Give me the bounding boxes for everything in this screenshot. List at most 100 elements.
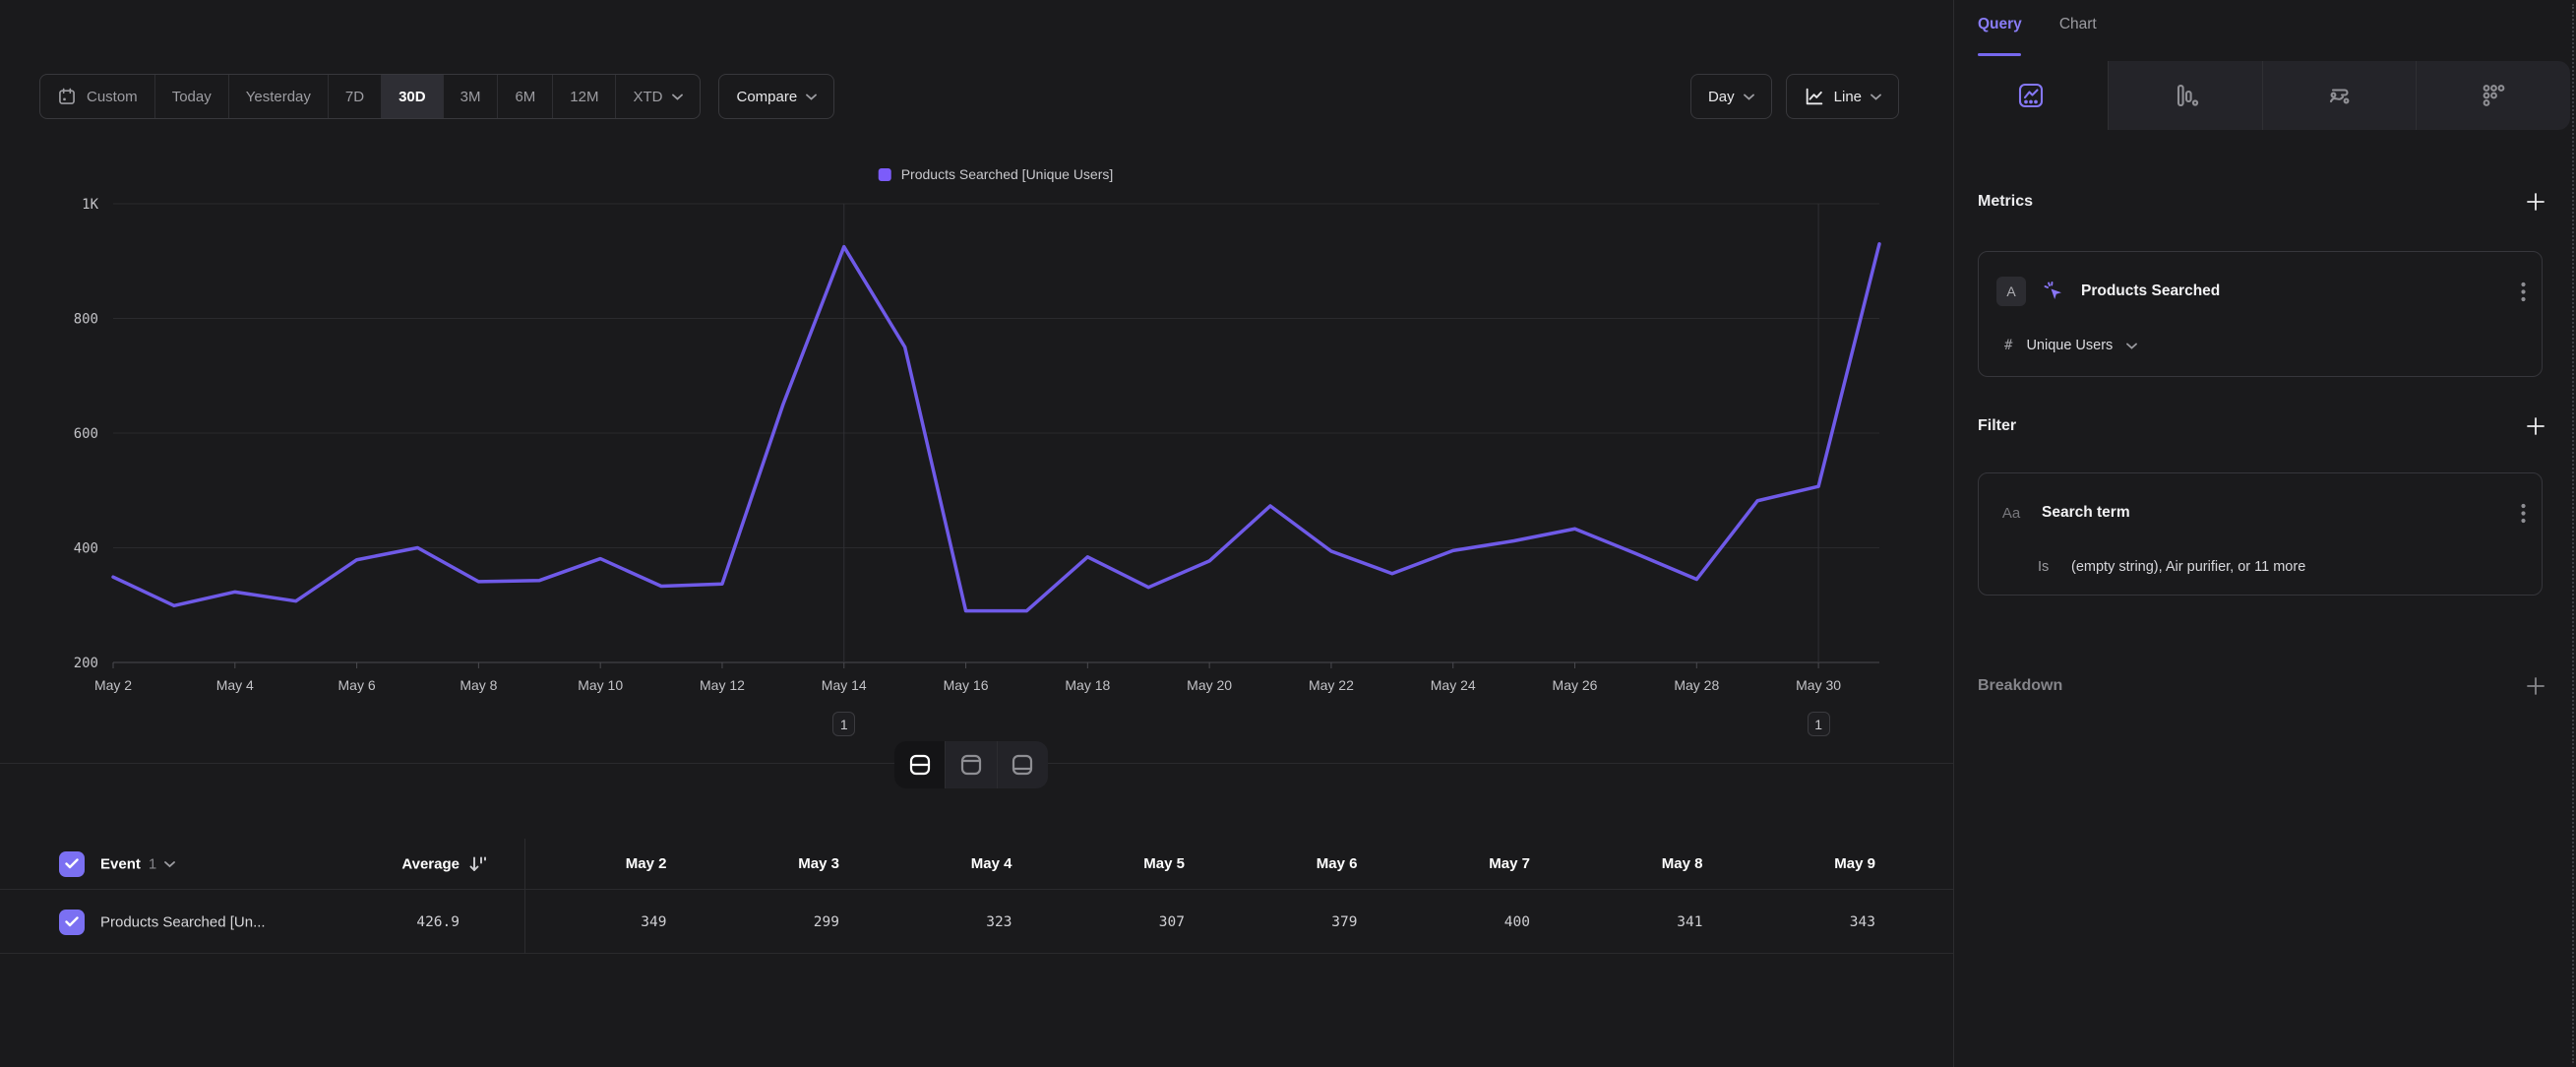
chart-only-view-button[interactable] (945, 741, 996, 788)
chevron-down-icon (1871, 94, 1881, 100)
range-7d-button[interactable]: 7D (329, 75, 382, 118)
table-only-view-button[interactable] (997, 741, 1048, 788)
average-column-header[interactable]: Average (295, 855, 460, 872)
measure-symbol: # (2004, 338, 2012, 353)
average-value: 426.9 (295, 914, 460, 930)
stream-flow-icon (2324, 81, 2354, 110)
event-count: 1 (149, 855, 156, 872)
svg-text:May 30: May 30 (1796, 677, 1841, 693)
annotation-badge[interactable]: 1 (832, 712, 855, 736)
filter-value: (empty string), Air purifier, or 11 more (2071, 559, 2305, 575)
chevron-down-icon (2126, 343, 2137, 349)
cell-value: 343 (1734, 891, 1907, 953)
toolbar-right-group: Day Line (1690, 74, 1899, 119)
filter-operator: Is (2038, 559, 2057, 575)
main-area: Custom Today Yesterday 7D 30D 3M 6M 12M … (0, 0, 1953, 1067)
cell-value: 400 (1388, 891, 1562, 953)
cell-value: 323 (870, 891, 1043, 953)
retention-chart-tab[interactable] (2416, 61, 2570, 130)
annotation-badge[interactable]: 1 (1808, 712, 1830, 736)
legend-label: Products Searched [Unique Users] (901, 166, 1114, 182)
filter-card[interactable]: Aa Search term Is (empty string), Air pu… (1978, 472, 2543, 596)
journeys-chart-tab[interactable] (2262, 61, 2417, 130)
svg-text:May 28: May 28 (1674, 677, 1719, 693)
table-header: Event 1 Average May 2 May 3 May 4 May 5 … (0, 839, 1953, 890)
range-yesterday-button[interactable]: Yesterday (229, 75, 329, 118)
row-checkbox[interactable] (59, 910, 85, 935)
svg-text:1K: 1K (82, 197, 98, 213)
column-header: May 2 (524, 839, 698, 889)
event-column-header[interactable]: Event 1 (100, 855, 175, 872)
bar-chart-icon (2171, 81, 2200, 110)
series-name[interactable]: Products Searched [Un... (100, 913, 266, 930)
toolbar: Custom Today Yesterday 7D 30D 3M 6M 12M … (39, 74, 1899, 119)
range-30d-button[interactable]: 30D (382, 75, 444, 118)
panel-tabs: Query Chart (1978, 16, 2097, 33)
chevron-down-icon (1744, 94, 1754, 100)
metrics-heading: Metrics (1978, 193, 2033, 211)
svg-text:800: 800 (74, 312, 98, 328)
check-icon (65, 916, 79, 927)
panel-scrollbar[interactable] (2572, 4, 2574, 1063)
add-metric-button[interactable] (2525, 191, 2546, 213)
range-xtd-button[interactable]: XTD (616, 75, 700, 118)
add-filter-button[interactable] (2525, 415, 2546, 437)
cell-value: 307 (1043, 891, 1216, 953)
range-today-button[interactable]: Today (155, 75, 229, 118)
filter-property-name: Search term (2042, 504, 2130, 522)
metric-card[interactable]: A Products Searched # Unique Users (1978, 251, 2543, 377)
range-6m-button[interactable]: 6M (498, 75, 553, 118)
svg-text:May 10: May 10 (578, 677, 623, 693)
add-breakdown-button[interactable] (2525, 675, 2546, 697)
cell-value: 349 (524, 891, 698, 953)
segmentation-chart-tab[interactable] (1954, 61, 2108, 130)
split-view-button[interactable] (894, 741, 945, 788)
kebab-menu-icon[interactable] (2521, 503, 2526, 524)
select-all-checkbox[interactable] (59, 851, 85, 877)
funnel-chart-tab[interactable] (2108, 61, 2262, 130)
date-range-segmented-control: Custom Today Yesterday 7D 30D 3M 6M 12M … (39, 74, 701, 119)
cell-value: 299 (698, 891, 871, 953)
svg-text:May 2: May 2 (94, 677, 132, 693)
measure-row[interactable]: # Unique Users (2004, 333, 2137, 358)
chart-type-strip (1954, 61, 2570, 130)
svg-text:May 18: May 18 (1065, 677, 1110, 693)
range-custom-button[interactable]: Custom (40, 75, 155, 118)
tab-chart[interactable]: Chart (2059, 16, 2097, 33)
line-chart-square-icon (2016, 81, 2046, 110)
line-chart-icon (1804, 86, 1825, 107)
column-header: May 7 (1388, 839, 1562, 889)
filter-condition-row[interactable]: Is (empty string), Air purifier, or 11 m… (2038, 554, 2305, 580)
metric-name: Products Searched (2081, 282, 2220, 300)
column-header: May 5 (1043, 839, 1216, 889)
legend-swatch (879, 168, 891, 181)
range-3m-button[interactable]: 3M (444, 75, 499, 118)
retention-dots-icon (2479, 81, 2508, 110)
chart-type-dropdown[interactable]: Line (1786, 74, 1899, 119)
range-12m-button[interactable]: 12M (553, 75, 616, 118)
query-panel: Query Chart (1954, 0, 2576, 1067)
svg-text:May 22: May 22 (1309, 677, 1354, 693)
column-header: May 8 (1561, 839, 1734, 889)
chart-legend[interactable]: Products Searched [Unique Users] (879, 166, 1114, 182)
table-row: Products Searched [Un... 426.9 349 299 3… (0, 891, 1953, 954)
cell-value: 341 (1561, 891, 1734, 953)
metric-card-row: A Products Searched (1996, 276, 2526, 307)
chevron-down-icon (806, 94, 817, 100)
compare-button[interactable]: Compare (718, 74, 834, 119)
tab-query[interactable]: Query (1978, 16, 2022, 33)
svg-text:May 6: May 6 (338, 677, 376, 693)
table-column-separator (524, 839, 525, 954)
column-header: May 3 (698, 839, 871, 889)
svg-text:May 20: May 20 (1187, 677, 1232, 693)
kebab-menu-icon[interactable] (2521, 282, 2526, 302)
granularity-dropdown[interactable]: Day (1690, 74, 1772, 119)
svg-text:400: 400 (74, 541, 98, 557)
sort-descending-icon[interactable] (468, 854, 487, 873)
chevron-down-icon (164, 860, 175, 867)
column-header: May 9 (1734, 839, 1907, 889)
check-icon (65, 858, 79, 869)
column-header: May 6 (1215, 839, 1388, 889)
svg-text:May 8: May 8 (460, 677, 497, 693)
layout-toggle-group (894, 741, 1048, 788)
